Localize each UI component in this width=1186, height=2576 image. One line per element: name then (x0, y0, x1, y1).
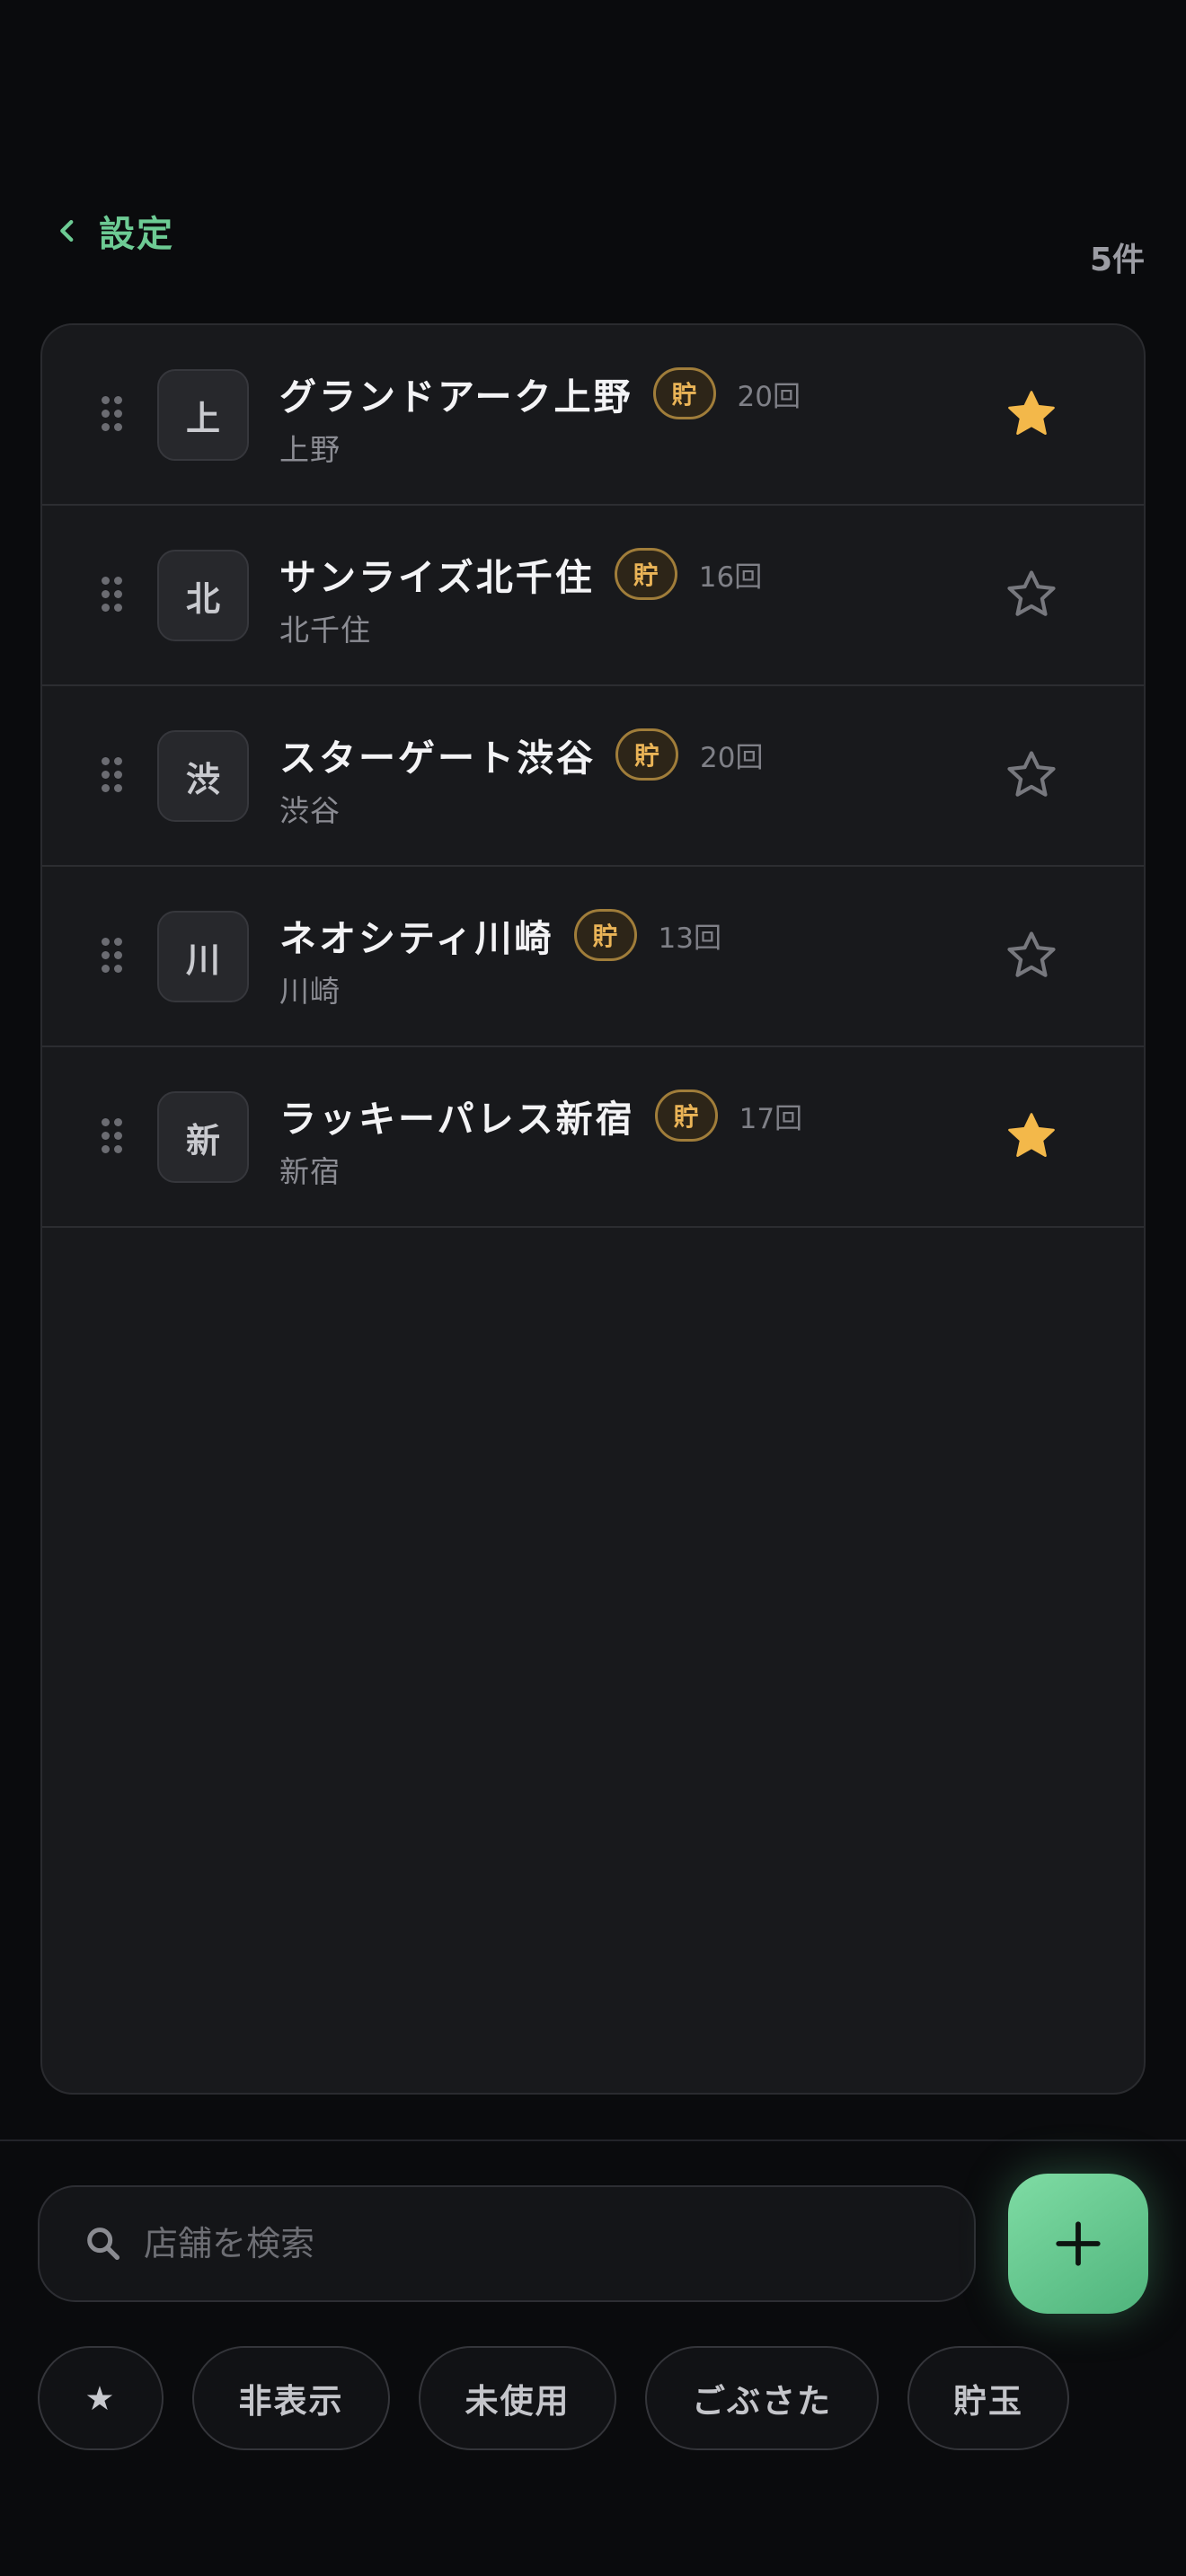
drag-handle-icon[interactable] (102, 577, 123, 613)
store-name: ネオシティ川崎 (279, 917, 554, 960)
store-row[interactable]: 渋 スターゲート渋谷 貯 20回 渋谷 (42, 686, 1144, 867)
store-avatar: 上 (157, 369, 249, 461)
savings-badge: 貯 (573, 909, 637, 961)
favorite-star-icon[interactable] (1004, 928, 1059, 984)
store-row[interactable]: 北 サンライズ北千住 貯 16回 北千住 (42, 506, 1144, 686)
store-area: 上野 (279, 432, 341, 467)
search-icon (87, 2228, 120, 2261)
store-avatar: 北 (157, 550, 249, 641)
store-avatar: 新 (157, 1091, 249, 1183)
filter-chip-hidden[interactable]: 非表示 (192, 2346, 390, 2450)
drag-handle-icon[interactable] (102, 757, 123, 793)
header: 設定 5件 (0, 0, 1186, 305)
filter-chip-savings[interactable]: 貯玉 (907, 2346, 1069, 2450)
filter-chips: ★ 非表示 未使用 ごぶさた 貯玉 (38, 2346, 1098, 2450)
visit-count: 17回 (739, 1102, 803, 1135)
store-row[interactable]: 上 グランドアーク上野 貯 20回 上野 (42, 325, 1144, 506)
store-avatar: 渋 (157, 730, 249, 822)
savings-badge: 貯 (652, 367, 716, 419)
visit-count: 20回 (737, 380, 801, 413)
favorite-star-icon[interactable] (1004, 747, 1059, 803)
store-name: ラッキーパレス新宿 (279, 1098, 635, 1141)
plus-icon (1056, 2221, 1101, 2266)
store-avatar: 川 (157, 911, 249, 1002)
store-area: 渋谷 (279, 793, 341, 828)
drag-handle-icon[interactable] (102, 396, 123, 432)
savings-badge: 貯 (615, 728, 678, 781)
favorite-star-icon[interactable] (1004, 386, 1059, 442)
chevron-left-icon (60, 219, 74, 243)
search-input[interactable] (144, 2208, 974, 2280)
favorite-star-icon[interactable] (1004, 1108, 1059, 1164)
savings-badge: 貯 (654, 1090, 718, 1142)
back-button[interactable]: 設定 (52, 205, 174, 257)
visit-count: 16回 (698, 560, 763, 594)
filter-chip-favorites[interactable]: ★ (38, 2346, 164, 2450)
store-row[interactable]: 新 ラッキーパレス新宿 貯 17回 新宿 (42, 1047, 1144, 1228)
visit-count: 20回 (700, 741, 764, 774)
store-list: 上 グランドアーク上野 貯 20回 上野 北 サンライズ北千住 貯 16回 北千… (40, 323, 1146, 2095)
filter-chip-unused[interactable]: 未使用 (419, 2346, 616, 2450)
bottom-divider (0, 2139, 1186, 2141)
store-count: 5件 (1089, 242, 1145, 278)
search-bar[interactable] (38, 2185, 976, 2302)
add-store-button[interactable] (1008, 2174, 1148, 2314)
visit-count: 13回 (658, 922, 721, 955)
back-label: 設定 (99, 214, 174, 255)
savings-badge: 貯 (614, 548, 677, 600)
drag-handle-icon[interactable] (102, 938, 123, 974)
store-area: 新宿 (279, 1154, 341, 1189)
filter-chip-long-time[interactable]: ごぶさた (645, 2346, 879, 2450)
favorite-star-icon[interactable] (1004, 567, 1059, 622)
store-name: スターゲート渋谷 (279, 737, 596, 780)
store-area: 北千住 (279, 613, 371, 648)
store-name: サンライズ北千住 (279, 556, 595, 599)
store-area: 川崎 (279, 974, 341, 1009)
store-row[interactable]: 川 ネオシティ川崎 貯 13回 川崎 (42, 867, 1144, 1047)
drag-handle-icon[interactable] (102, 1118, 123, 1154)
store-name: グランドアーク上野 (279, 375, 633, 419)
